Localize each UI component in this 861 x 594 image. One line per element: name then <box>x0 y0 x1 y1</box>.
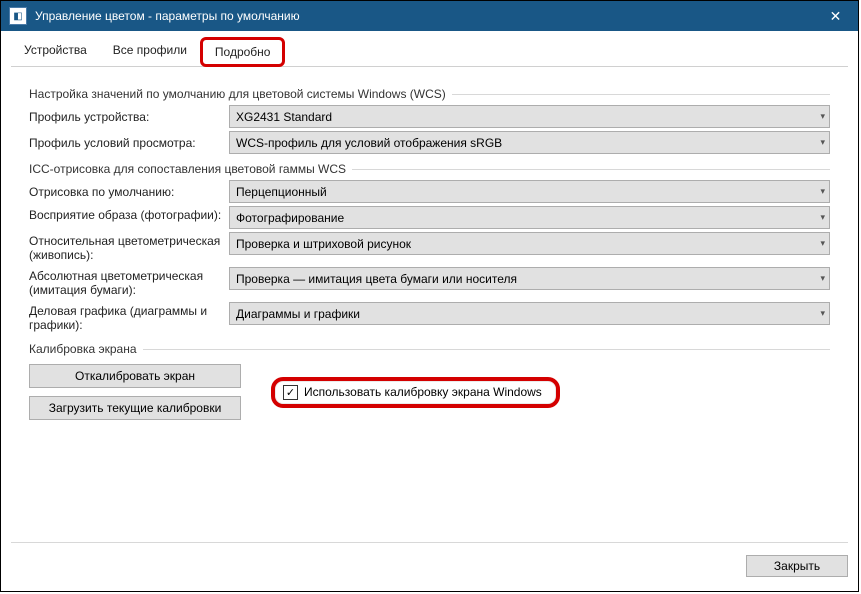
chevron-down-icon: ▾ <box>820 308 825 319</box>
icc-heading: ICC-отрисовка для сопоставления цветовой… <box>29 162 830 176</box>
chevron-down-icon: ▾ <box>820 111 825 122</box>
relative-select[interactable]: Проверка и штриховой рисунок ▾ <box>229 232 830 255</box>
perceptual-select[interactable]: Фотографирование ▾ <box>229 206 830 229</box>
use-windows-calibration-label: Использовать калибровку экрана Windows <box>304 385 542 399</box>
tab-strip: Устройства Все профили Подробно <box>11 37 848 67</box>
chevron-down-icon: ▾ <box>820 273 825 284</box>
device-profile-label: Профиль устройства: <box>29 108 229 126</box>
chevron-down-icon: ▾ <box>820 137 825 148</box>
business-label: Деловая графика (диаграммы и графики): <box>29 302 229 334</box>
perceptual-label: Восприятие образа (фотографии): <box>29 206 229 224</box>
chevron-down-icon: ▾ <box>820 186 825 197</box>
business-select[interactable]: Диаграммы и графики ▾ <box>229 302 830 325</box>
reload-calibrations-button[interactable]: Загрузить текущие калибровки <box>29 396 241 420</box>
close-button[interactable]: Закрыть <box>746 555 848 577</box>
tab-devices[interactable]: Устройства <box>11 37 100 67</box>
absolute-label: Абсолютная цветометрическая (имитация бу… <box>29 267 229 299</box>
use-windows-calibration-checkbox[interactable]: ✓ <box>283 385 298 400</box>
calibration-heading: Калибровка экрана <box>29 342 830 356</box>
use-windows-calibration-highlight: ✓ Использовать калибровку экрана Windows <box>271 377 560 408</box>
footer: Закрыть <box>11 542 848 581</box>
default-intent-label: Отрисовка по умолчанию: <box>29 183 229 201</box>
absolute-select[interactable]: Проверка — имитация цвета бумаги или нос… <box>229 267 830 290</box>
tab-advanced[interactable]: Подробно <box>200 37 286 67</box>
tab-all-profiles[interactable]: Все профили <box>100 37 200 67</box>
relative-label: Относительная цветометрическая (живопись… <box>29 232 229 264</box>
viewing-conditions-label: Профиль условий просмотра: <box>29 134 229 152</box>
app-icon: ◧ <box>9 7 27 25</box>
close-icon[interactable]: ✕ <box>813 1 858 31</box>
calibrate-button[interactable]: Откалибровать экран <box>29 364 241 388</box>
chevron-down-icon: ▾ <box>820 238 825 249</box>
viewing-conditions-select[interactable]: WCS-профиль для условий отображения sRGB… <box>229 131 830 154</box>
device-profile-select[interactable]: XG2431 Standard ▾ <box>229 105 830 128</box>
wcs-defaults-heading: Настройка значений по умолчанию для цвет… <box>29 87 830 101</box>
titlebar[interactable]: ◧ Управление цветом - параметры по умолч… <box>1 1 858 31</box>
default-intent-select[interactable]: Перцепционный ▾ <box>229 180 830 203</box>
window-title: Управление цветом - параметры по умолчан… <box>35 9 813 23</box>
chevron-down-icon: ▾ <box>820 212 825 223</box>
